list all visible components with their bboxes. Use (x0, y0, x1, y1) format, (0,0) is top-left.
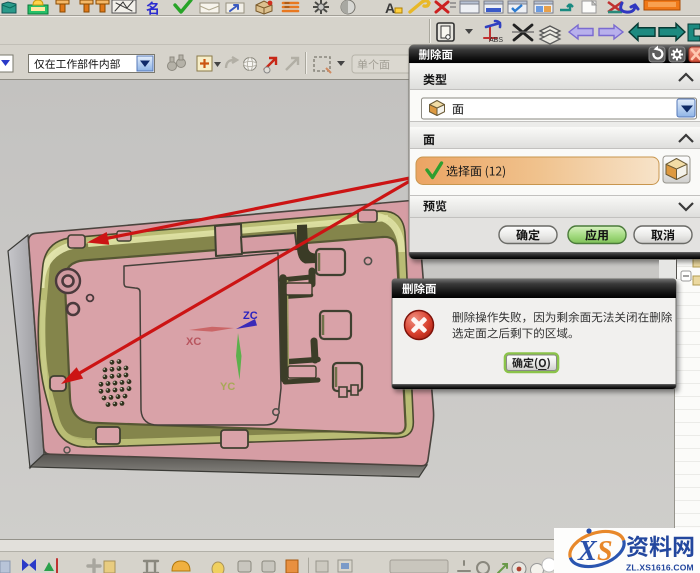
svg-text:YC: YC (220, 381, 235, 393)
svg-text:X: X (577, 536, 598, 567)
svg-text:A: A (385, 0, 395, 16)
svg-text:ZL.XS1616.COM: ZL.XS1616.COM (626, 563, 694, 573)
svg-text:XC: XC (186, 336, 201, 348)
svg-text:ZC: ZC (243, 310, 258, 322)
svg-text:S: S (597, 536, 613, 567)
svg-text:ABS: ABS (489, 37, 503, 44)
